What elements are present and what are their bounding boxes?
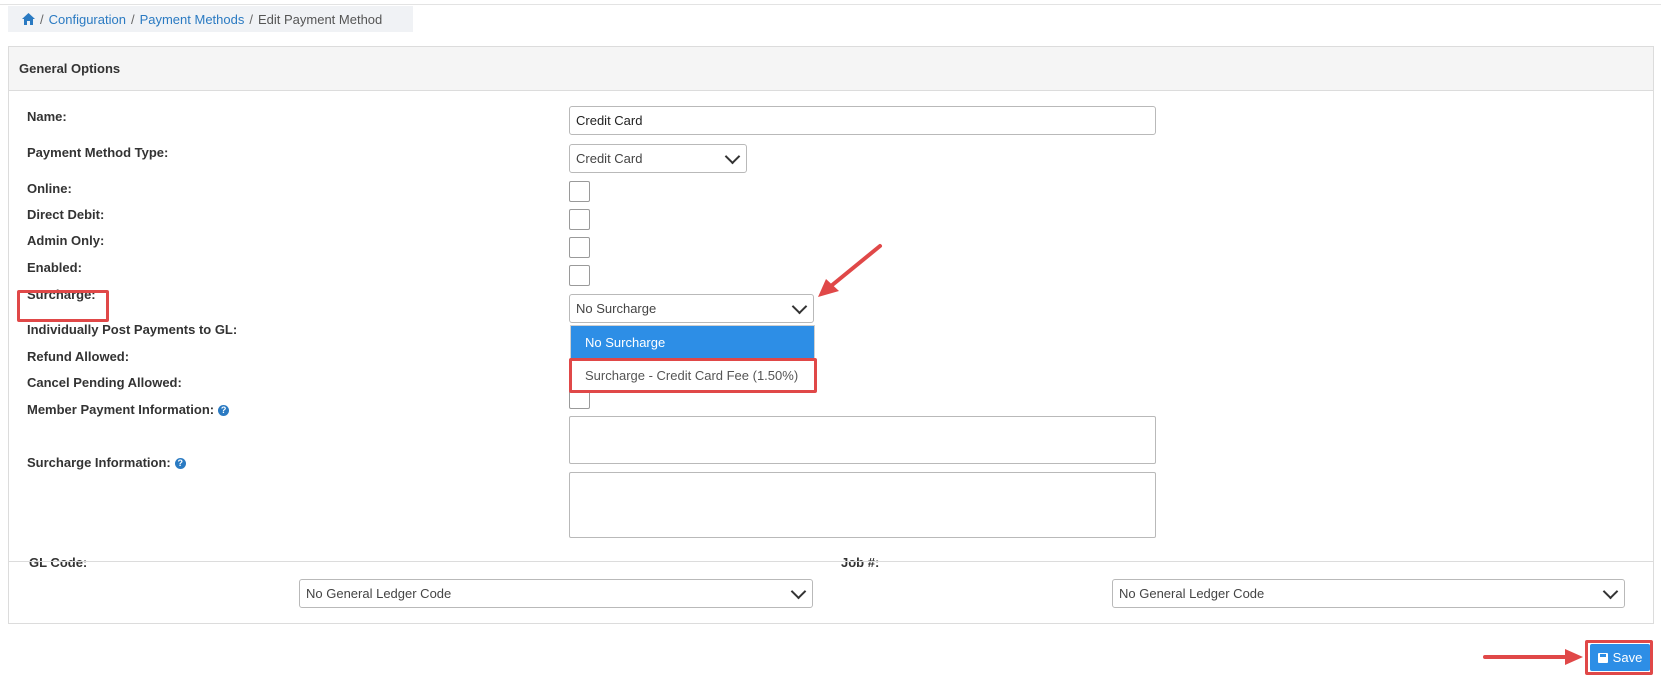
annotation-arrows [818,244,1583,665]
arrow-to-surcharge-select [818,244,882,297]
arrow-to-save-button [1483,649,1583,665]
